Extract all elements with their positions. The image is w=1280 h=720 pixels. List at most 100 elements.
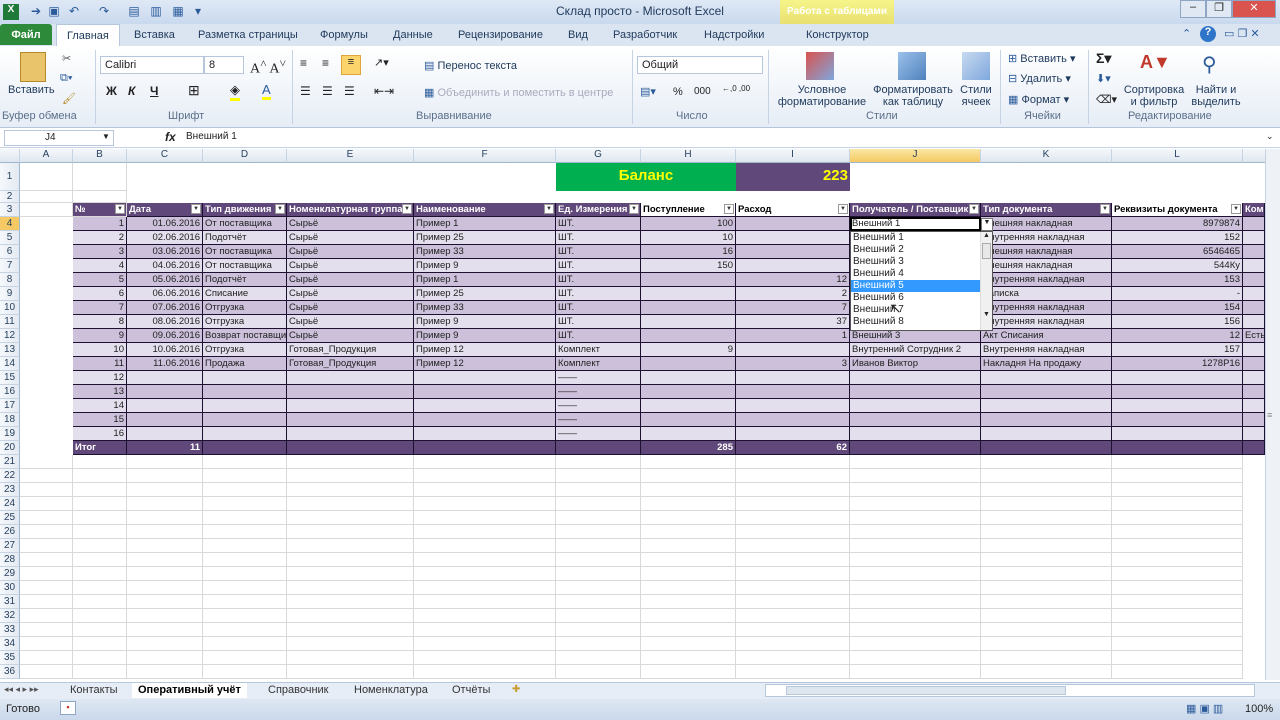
table-cell[interactable]: ШТ. [556,245,641,259]
dropdown-option[interactable]: Внешний 5 [851,280,992,292]
cell[interactable] [20,455,73,469]
cell[interactable] [203,511,287,525]
cell[interactable] [73,539,127,553]
cell[interactable] [127,539,203,553]
cell[interactable] [414,567,556,581]
table-cell[interactable] [287,385,414,399]
table-cell[interactable] [1112,427,1243,441]
table-cell[interactable]: 04.06.2016 [127,259,203,273]
table-cell[interactable]: 09.06.2016 [127,329,203,343]
cell[interactable] [20,665,73,679]
cell[interactable] [20,567,73,581]
cell[interactable] [981,665,1112,679]
cell[interactable] [203,609,287,623]
decimal-icons[interactable]: ←,0 ,00 [722,84,750,93]
cell[interactable] [641,637,736,651]
filter-dropdown-icon[interactable]: ▼ [838,204,848,214]
wrap-text-button[interactable]: ▤ Перенос текста [424,59,517,72]
cell[interactable] [203,539,287,553]
percent-button[interactable]: % [673,86,683,98]
paste-icon[interactable] [20,52,46,82]
table-cell[interactable]: 07.06.2016 [127,301,203,315]
autosum-icon[interactable]: Σ▾ [1096,50,1111,67]
format-cells-button[interactable]: ▦ Формат ▾ [1008,93,1069,106]
table-cell[interactable] [127,385,203,399]
table-cell[interactable]: 12 [736,273,850,287]
cell[interactable] [981,609,1112,623]
table-cell[interactable] [1243,245,1265,259]
table-cell[interactable]: —— [556,371,641,385]
table-cell[interactable] [1243,343,1265,357]
align-bottom-icon[interactable]: ≡ [341,55,361,75]
borders-icon[interactable]: ⊞ [188,82,200,99]
table-cell[interactable] [736,385,850,399]
cell[interactable] [736,511,850,525]
table-cell[interactable]: Сырьё [287,315,414,329]
cell[interactable] [641,539,736,553]
cell[interactable] [20,623,73,637]
table-cell[interactable]: 8 [73,315,127,329]
align-middle-icon[interactable]: ≡ [322,56,329,70]
cell[interactable] [414,609,556,623]
table-cell[interactable]: Внешняя накладная [981,217,1112,231]
cell[interactable] [20,539,73,553]
table-cell[interactable] [1243,301,1265,315]
cell[interactable] [73,609,127,623]
cell[interactable] [1112,567,1243,581]
table-cell[interactable]: 6546465 [1112,245,1243,259]
cell[interactable] [556,483,641,497]
find-select-button[interactable]: Найти и выделить [1186,84,1246,108]
name-box-dropdown-icon[interactable]: ▼ [102,132,110,141]
cell[interactable] [641,525,736,539]
cell[interactable] [1112,539,1243,553]
table-cell[interactable]: Внутренний Сотрудник 2 [850,343,981,357]
table-cell[interactable] [414,399,556,413]
cell[interactable] [414,497,556,511]
tab-developer[interactable]: Разработчик [613,24,677,46]
cell[interactable] [556,455,641,469]
number-format-select[interactable]: Общий [637,56,763,74]
macro-record-icon[interactable]: ▪ [60,701,76,715]
row-header[interactable]: 16 [0,385,20,399]
copy-icon[interactable]: ⧉▾ [60,72,72,85]
table-cell[interactable]: 1278Р16 [1112,357,1243,371]
tab-page-layout[interactable]: Разметка страницы [198,24,298,46]
table-cell[interactable]: Пример 25 [414,231,556,245]
cell[interactable] [736,469,850,483]
cell[interactable] [736,609,850,623]
row-header[interactable]: 17 [0,399,20,413]
cell[interactable] [850,567,981,581]
table-cell[interactable]: Сырьё [287,245,414,259]
cell[interactable] [20,483,73,497]
table-cell[interactable]: Отгрузка [203,301,287,315]
cell[interactable] [20,469,73,483]
cell[interactable] [73,191,127,203]
cell[interactable] [73,595,127,609]
cell[interactable] [736,665,850,679]
column-header-F[interactable]: F [414,149,556,163]
filter-dropdown-icon[interactable]: ▼ [629,204,639,214]
cell[interactable] [556,511,641,525]
table-cell[interactable] [127,399,203,413]
cell[interactable] [850,623,981,637]
filter-dropdown-icon[interactable]: ▼ [191,204,201,214]
column-header-A[interactable]: A [20,149,73,163]
table-cell[interactable]: Пример 33 [414,301,556,315]
cell[interactable] [203,483,287,497]
currency-icon[interactable]: ▤▾ [640,85,656,98]
row-header[interactable]: 7 [0,259,20,273]
cell[interactable] [414,637,556,651]
format-as-table-button[interactable]: Форматировать как таблицу [870,84,956,108]
row-header[interactable]: 8 [0,273,20,287]
cell[interactable] [981,539,1112,553]
column-header-G[interactable]: G [556,149,641,163]
cell[interactable] [1112,637,1243,651]
table-cell[interactable]: 157 [1112,343,1243,357]
cell[interactable] [641,553,736,567]
table-cell[interactable] [203,371,287,385]
table-cell[interactable] [414,413,556,427]
cell[interactable] [850,595,981,609]
table-cell[interactable]: 154 [1112,301,1243,315]
fill-color-icon[interactable]: ◈ [230,82,240,101]
table-cell[interactable]: 9 [73,329,127,343]
